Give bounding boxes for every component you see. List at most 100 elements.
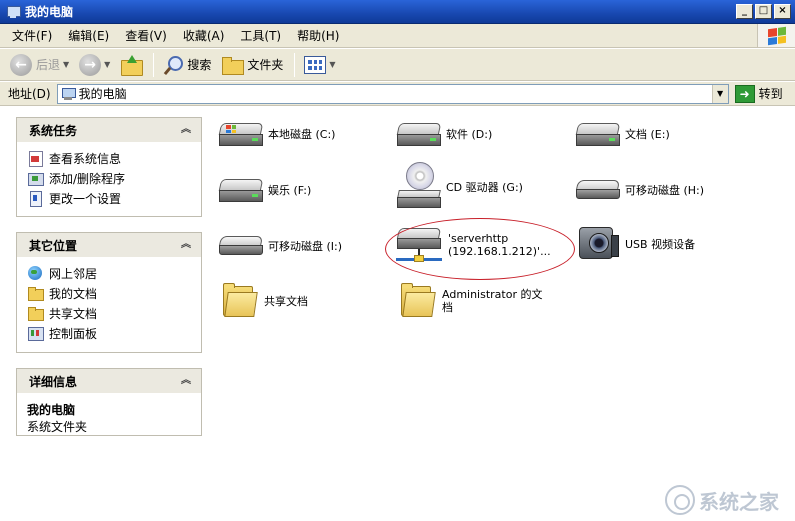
go-label: 转到 — [758, 87, 783, 101]
views-dropdown-icon: ▼ — [329, 60, 336, 69]
drive-h-removable[interactable]: 可移动磁盘 (H:) — [575, 175, 704, 205]
address-value: 我的电脑 — [78, 87, 127, 101]
task-label: 更改一个设置 — [49, 191, 122, 206]
item-label: 文档 (E:) — [625, 127, 670, 141]
place-my-documents[interactable]: 我的文档 — [27, 283, 191, 303]
drive-c[interactable]: 本地磁盘 (C:) — [218, 117, 335, 151]
item-label: CD 驱动器 (G:) — [446, 180, 523, 194]
title-bar[interactable]: 我的电脑 _ □ × — [0, 0, 795, 24]
item-label: 软件 (D:) — [446, 127, 493, 141]
removable-disk-icon — [218, 231, 264, 261]
administrator-documents-folder[interactable]: Administrator 的文 档 — [398, 282, 542, 320]
place-control-panel[interactable]: 控制面板 — [27, 323, 191, 343]
drive-g-cd[interactable]: CD 驱动器 (G:) — [396, 162, 523, 212]
item-label-line2: (192.168.1.212)'... — [448, 245, 551, 258]
hdd-icon — [396, 117, 442, 151]
back-dropdown-icon[interactable]: ▼ — [63, 60, 69, 69]
panel-title: 详细信息 — [29, 374, 78, 389]
menu-favorites[interactable]: 收藏(A) — [175, 26, 233, 46]
drive-d[interactable]: 软件 (D:) — [396, 117, 492, 151]
watermark-text: 系统之家 — [699, 489, 779, 514]
task-label: 查看系统信息 — [49, 151, 122, 166]
item-label: 共享文档 — [264, 294, 308, 308]
folders-label: 文件夹 — [247, 58, 284, 72]
content-area: 系统任务 ︽ 查看系统信息 添加/删除程序 更改一个设置 其它位置 ︽ 网上邻居… — [0, 107, 795, 521]
system-tasks-list: 查看系统信息 添加/删除程序 更改一个设置 — [17, 142, 201, 216]
my-documents-icon — [27, 285, 44, 301]
search-button[interactable]: 搜索 — [159, 52, 215, 78]
collapse-icon[interactable]: ︽ — [179, 123, 193, 137]
windows-logo — [757, 24, 795, 47]
network-drive-serverhttp[interactable]: 'serverhttp (192.168.1.212)'... — [394, 225, 551, 265]
up-folder-icon — [120, 54, 144, 76]
place-label: 控制面板 — [49, 326, 98, 341]
watermark: 系统之家 — [665, 485, 779, 515]
menu-edit[interactable]: 编辑(E) — [60, 26, 117, 46]
control-panel-icon — [27, 325, 44, 341]
collapse-icon[interactable]: ︽ — [179, 374, 193, 388]
window-controls: _ □ × — [736, 4, 791, 19]
hdd-icon — [575, 117, 621, 151]
folders-button[interactable]: 文件夹 — [217, 52, 287, 78]
address-label: 地址(D) — [8, 87, 51, 101]
views-button[interactable]: ▼ — [300, 52, 339, 78]
menu-tools[interactable]: 工具(T) — [232, 26, 289, 46]
details-panel: 详细信息 ︽ 我的电脑 系统文件夹 — [16, 368, 202, 436]
task-change-setting[interactable]: 更改一个设置 — [27, 188, 191, 208]
up-button[interactable] — [116, 52, 146, 78]
system-info-icon — [27, 150, 43, 167]
removable-disk-icon — [575, 175, 621, 205]
network-drive-icon — [394, 225, 444, 265]
folders-icon — [221, 56, 245, 75]
close-button[interactable]: × — [774, 4, 791, 19]
drive-f[interactable]: 娱乐 (F:) — [218, 173, 311, 207]
collapse-icon[interactable]: ︽ — [179, 238, 193, 252]
computer-icon — [61, 87, 76, 101]
drive-i-removable[interactable]: 可移动磁盘 (I:) — [218, 231, 342, 261]
system-tasks-header[interactable]: 系统任务 ︽ — [17, 118, 201, 142]
forward-arrow-icon: → — [79, 53, 102, 76]
menu-file[interactable]: 文件(F) — [4, 26, 60, 46]
back-label: 后退 — [36, 58, 61, 72]
forward-dropdown-icon[interactable]: ▼ — [104, 60, 110, 69]
item-label-line1: 'serverhttp — [448, 232, 509, 245]
place-network-neighborhood[interactable]: 网上邻居 — [27, 263, 191, 283]
item-label: 可移动磁盘 (I:) — [268, 239, 343, 253]
cd-drive-icon — [396, 162, 442, 212]
details-name: 我的电脑 — [27, 403, 76, 417]
hdd-icon — [218, 173, 264, 207]
menu-help[interactable]: 帮助(H) — [289, 26, 347, 46]
usb-video-device[interactable]: USB 视频设备 — [575, 221, 695, 267]
go-button[interactable]: ➜ 转到 — [734, 84, 783, 103]
place-label: 共享文档 — [49, 306, 98, 321]
details-body: 我的电脑 系统文件夹 — [17, 393, 201, 443]
views-icon — [304, 55, 327, 74]
item-label-line2: 档 — [442, 301, 453, 314]
back-button[interactable]: ← 后退 ▼ — [6, 52, 73, 78]
task-add-remove-programs[interactable]: 添加/删除程序 — [27, 168, 191, 188]
shared-documents-folder[interactable]: 共享文档 — [220, 282, 308, 320]
menu-view[interactable]: 查看(V) — [117, 26, 175, 46]
settings-icon — [27, 190, 43, 207]
details-header[interactable]: 详细信息 ︽ — [17, 369, 201, 393]
usb-camera-icon — [575, 221, 621, 267]
item-label: Administrator 的文 档 — [442, 288, 542, 314]
task-view-system-info[interactable]: 查看系统信息 — [27, 148, 191, 168]
item-label: 娱乐 (F:) — [268, 183, 312, 197]
item-label-line1: Administrator 的文 — [442, 288, 543, 301]
folder-icon — [220, 282, 260, 320]
minimize-button[interactable]: _ — [736, 4, 753, 19]
forward-button[interactable]: → ▼ — [75, 52, 114, 78]
toolbar-separator — [153, 52, 155, 77]
place-shared-documents[interactable]: 共享文档 — [27, 303, 191, 323]
drive-e[interactable]: 文档 (E:) — [575, 117, 670, 151]
address-dropdown-icon[interactable]: ▼ — [711, 84, 728, 103]
network-places-icon — [27, 265, 43, 281]
place-label: 我的文档 — [49, 286, 98, 301]
maximize-button[interactable]: □ — [755, 4, 772, 19]
address-input[interactable]: 我的电脑 ▼ — [56, 83, 729, 104]
other-places-header[interactable]: 其它位置 ︽ — [17, 233, 201, 257]
toolbar: ← 后退 ▼ → ▼ 搜索 文件夹 ▼ — [0, 49, 795, 81]
item-label: 'serverhttp (192.168.1.212)'... — [448, 232, 551, 258]
window-title: 我的电脑 — [25, 5, 74, 19]
